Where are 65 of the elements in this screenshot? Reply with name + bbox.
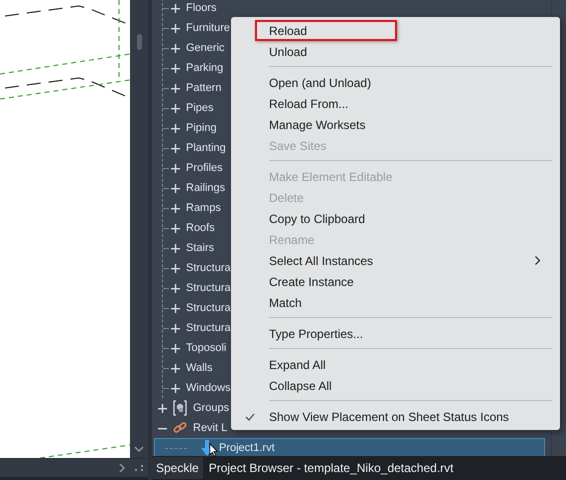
tree-item[interactable]: Structura bbox=[186, 302, 231, 314]
expand-icon[interactable] bbox=[171, 64, 180, 72]
expand-icon[interactable] bbox=[171, 344, 180, 352]
menu-item[interactable]: Select All Instances bbox=[231, 250, 554, 271]
tree-item[interactable]: Structura bbox=[186, 262, 231, 274]
tree-item[interactable]: Windows bbox=[186, 382, 231, 394]
resize-grip-icon[interactable] bbox=[135, 465, 143, 471]
tree-item[interactable]: Railings bbox=[186, 182, 226, 194]
expand-icon[interactable] bbox=[171, 104, 180, 112]
expand-icon[interactable] bbox=[171, 204, 180, 212]
tree-item[interactable]: Project1.rvt bbox=[219, 442, 275, 454]
tree-item[interactable]: Structura bbox=[186, 322, 231, 334]
chevron-down-icon[interactable] bbox=[134, 446, 144, 452]
expand-icon[interactable] bbox=[171, 324, 180, 332]
menu-item[interactable]: Match bbox=[231, 292, 554, 313]
group-icon bbox=[173, 400, 187, 416]
menu-item[interactable]: Open (and Unload) bbox=[231, 72, 554, 93]
expand-icon[interactable] bbox=[158, 404, 167, 412]
expand-icon[interactable] bbox=[171, 124, 180, 132]
scrollbar-thumb[interactable] bbox=[136, 34, 142, 50]
tree-item[interactable]: Structura bbox=[186, 282, 231, 294]
menu-item[interactable]: Manage Worksets bbox=[231, 114, 554, 135]
expand-icon[interactable] bbox=[171, 224, 180, 232]
menu-item[interactable]: Unload bbox=[231, 41, 554, 62]
tree-item[interactable]: Walls bbox=[186, 362, 212, 374]
menu-item[interactable]: Create Instance bbox=[231, 271, 554, 292]
expand-icon[interactable] bbox=[171, 304, 180, 312]
tree-item[interactable]: Generic bbox=[186, 42, 225, 54]
menu-item[interactable]: Expand All bbox=[231, 354, 554, 375]
tree-item[interactable]: Profiles bbox=[186, 162, 223, 174]
tree-item[interactable]: Furniture bbox=[186, 22, 230, 34]
expand-icon[interactable] bbox=[171, 264, 180, 272]
menu-item[interactable]: Copy to Clipboard bbox=[231, 208, 554, 229]
expand-icon[interactable] bbox=[171, 384, 180, 392]
menu-item[interactable]: Reload From... bbox=[231, 93, 554, 114]
menu-item[interactable]: Reload bbox=[255, 20, 397, 41]
expand-icon[interactable] bbox=[171, 24, 180, 32]
tree-item[interactable]: Toposoli bbox=[186, 342, 226, 354]
expand-icon[interactable] bbox=[171, 164, 180, 172]
tree-item[interactable]: Parking bbox=[186, 62, 224, 74]
chevron-right-icon[interactable] bbox=[119, 463, 125, 473]
tree-item[interactable]: Piping bbox=[186, 122, 217, 134]
tree-item[interactable]: Groups bbox=[193, 402, 230, 414]
expand-icon[interactable] bbox=[171, 364, 180, 372]
cursor-icon bbox=[209, 443, 218, 457]
panel-tab[interactable]: Speckle bbox=[152, 457, 203, 479]
tree-item[interactable]: Floors bbox=[186, 2, 217, 14]
tree-item[interactable]: Planting bbox=[186, 142, 226, 154]
tree-item[interactable]: Pattern bbox=[186, 82, 222, 94]
expand-icon[interactable] bbox=[171, 84, 180, 92]
tree-item[interactable]: Roofs bbox=[186, 222, 215, 234]
expand-icon[interactable] bbox=[171, 244, 180, 252]
menu-item[interactable]: Collapse All bbox=[231, 375, 554, 396]
tree-item[interactable]: Pipes bbox=[186, 102, 214, 114]
expand-icon[interactable] bbox=[171, 284, 180, 292]
expand-icon[interactable] bbox=[171, 4, 180, 12]
menu-item[interactable]: Show View Placement on Sheet Status Icons bbox=[231, 406, 554, 427]
menu-item[interactable]: Type Properties... bbox=[231, 323, 554, 344]
chain-link-icon bbox=[173, 421, 187, 435]
expand-icon[interactable] bbox=[171, 144, 180, 152]
tree-item[interactable]: Ramps bbox=[186, 202, 221, 214]
tree-item[interactable]: Stairs bbox=[186, 242, 214, 254]
tree-item[interactable]: Revit L bbox=[193, 422, 228, 434]
expand-icon[interactable] bbox=[171, 44, 180, 52]
expand-icon[interactable] bbox=[171, 184, 180, 192]
